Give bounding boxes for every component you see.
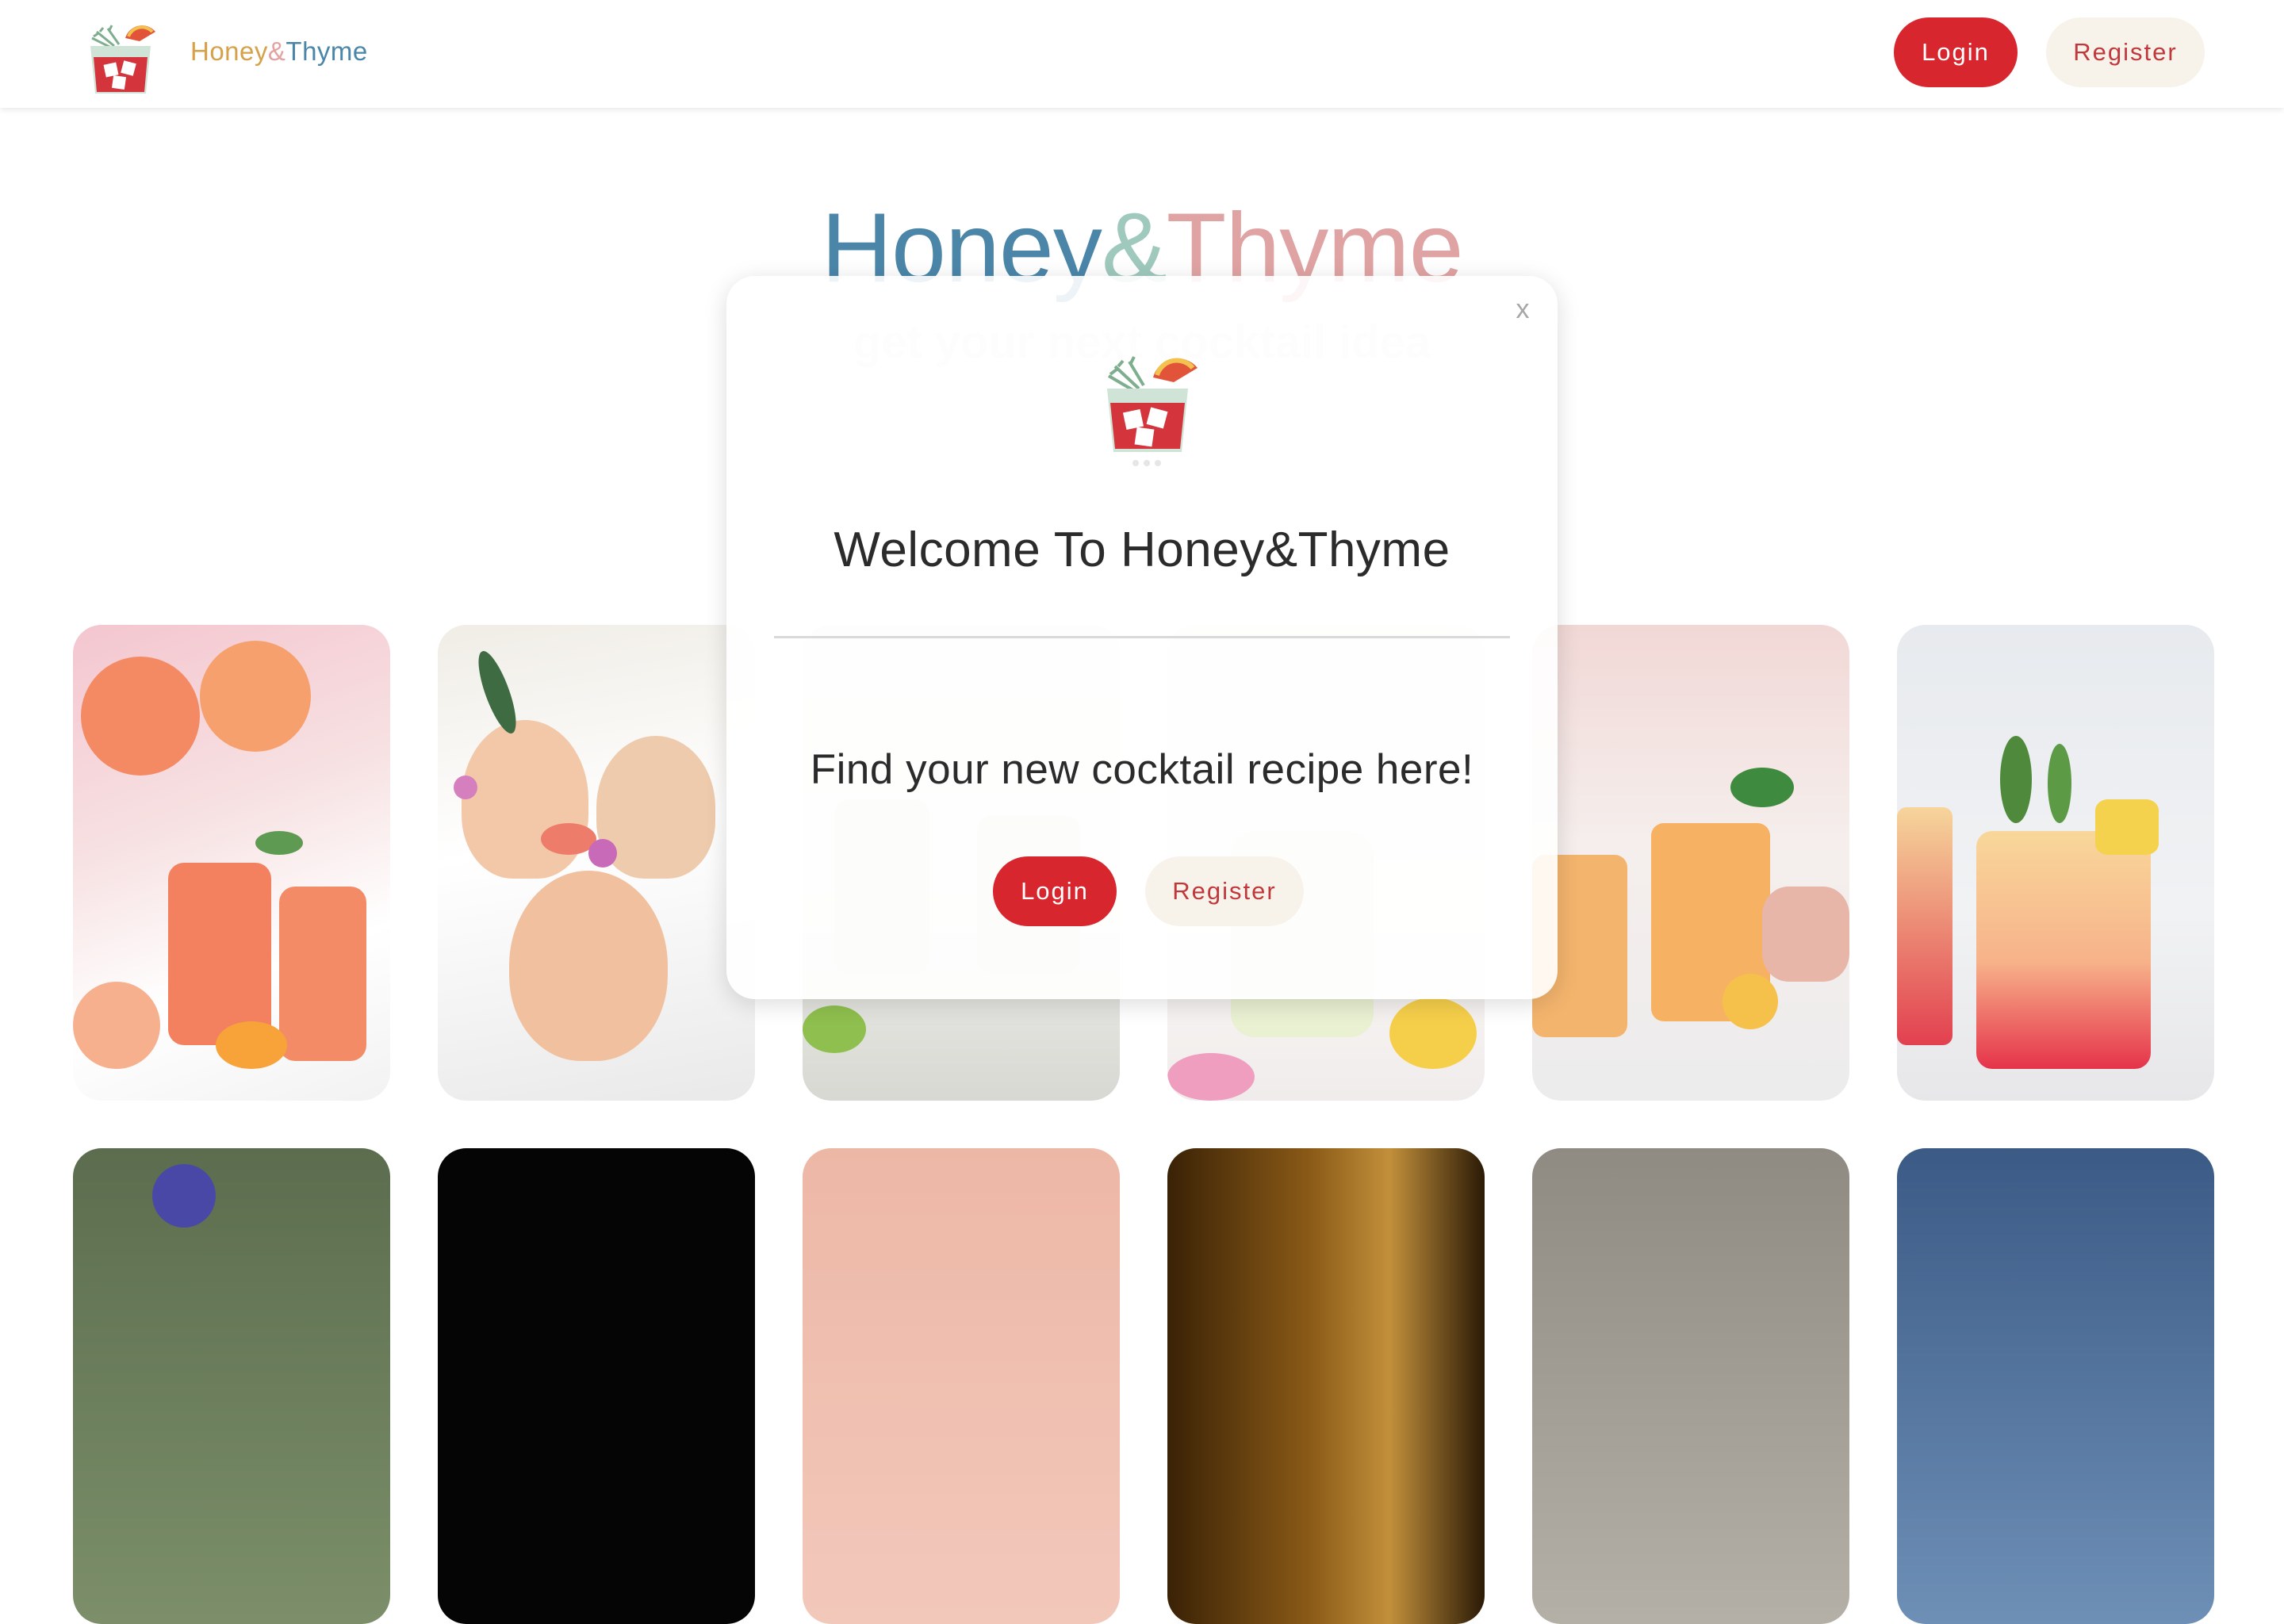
modal-message: Find your new cocktail recipe here! bbox=[810, 746, 1474, 793]
nav-register-button[interactable]: Register bbox=[2046, 17, 2205, 87]
nav-login-button[interactable]: Login bbox=[1894, 17, 2018, 87]
close-icon[interactable]: x bbox=[1507, 293, 1539, 325]
cocktail-card-wooden[interactable] bbox=[1532, 1148, 1849, 1624]
modal-register-button[interactable]: Register bbox=[1145, 856, 1304, 926]
cocktail-glass-icon bbox=[1080, 339, 1207, 466]
cocktail-card-blue-flower[interactable] bbox=[73, 1148, 390, 1624]
modal-login-button[interactable]: Login bbox=[993, 856, 1117, 926]
cocktail-card-blue[interactable] bbox=[1897, 1148, 2214, 1624]
top-navbar: Honey&Thyme Login Register bbox=[0, 0, 2284, 108]
brand-ampersand: & bbox=[267, 36, 286, 66]
cocktail-card-grapefruit-flower[interactable] bbox=[438, 625, 755, 1101]
brand-wordmark[interactable]: Honey&Thyme bbox=[190, 36, 368, 67]
cocktail-card-pink[interactable] bbox=[803, 1148, 1120, 1624]
modal-title: Welcome To Honey&Thyme bbox=[834, 523, 1450, 577]
cocktail-card-amber[interactable] bbox=[1167, 1148, 1485, 1624]
brand-word-thyme: Thyme bbox=[286, 36, 368, 66]
cocktail-card-grapefruit-spritz[interactable] bbox=[73, 625, 390, 1101]
modal-divider bbox=[774, 636, 1510, 638]
welcome-modal: x Welcome To Honey&Thyme Find your new c… bbox=[726, 276, 1558, 999]
cocktail-card-passion-fruit[interactable] bbox=[1532, 625, 1849, 1101]
cocktail-card-dark[interactable] bbox=[438, 1148, 755, 1624]
brand-word-honey: Honey bbox=[190, 36, 268, 66]
cocktail-glass-icon[interactable] bbox=[76, 14, 165, 97]
cocktail-card-pineapple-sunrise[interactable] bbox=[1897, 625, 2214, 1101]
